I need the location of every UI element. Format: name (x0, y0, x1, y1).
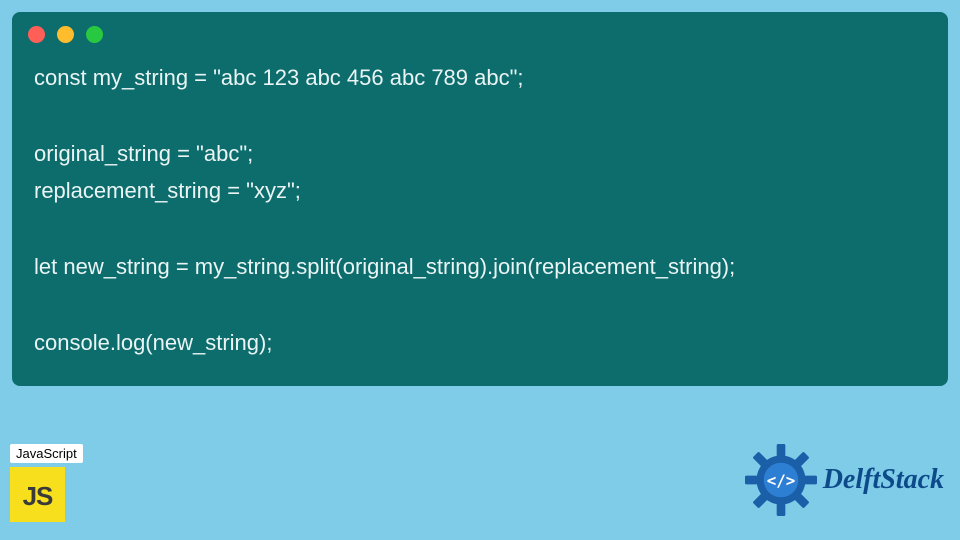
brand-name: DelftStack (823, 464, 944, 496)
code-window: const my_string = "abc 123 abc 456 abc 7… (12, 12, 948, 386)
svg-text:</>: </> (766, 471, 795, 490)
js-logo-text: JS (10, 481, 65, 512)
js-logo-icon: JS (10, 467, 65, 522)
gear-icon: </> (745, 444, 817, 516)
close-icon[interactable] (28, 26, 45, 43)
minimize-icon[interactable] (57, 26, 74, 43)
language-label: JavaScript (10, 444, 83, 463)
delftstack-logo: </> DelftStack (745, 444, 944, 516)
window-titlebar (12, 12, 948, 53)
javascript-badge: JavaScript JS (10, 444, 80, 522)
maximize-icon[interactable] (86, 26, 103, 43)
code-block: const my_string = "abc 123 abc 456 abc 7… (12, 53, 948, 368)
